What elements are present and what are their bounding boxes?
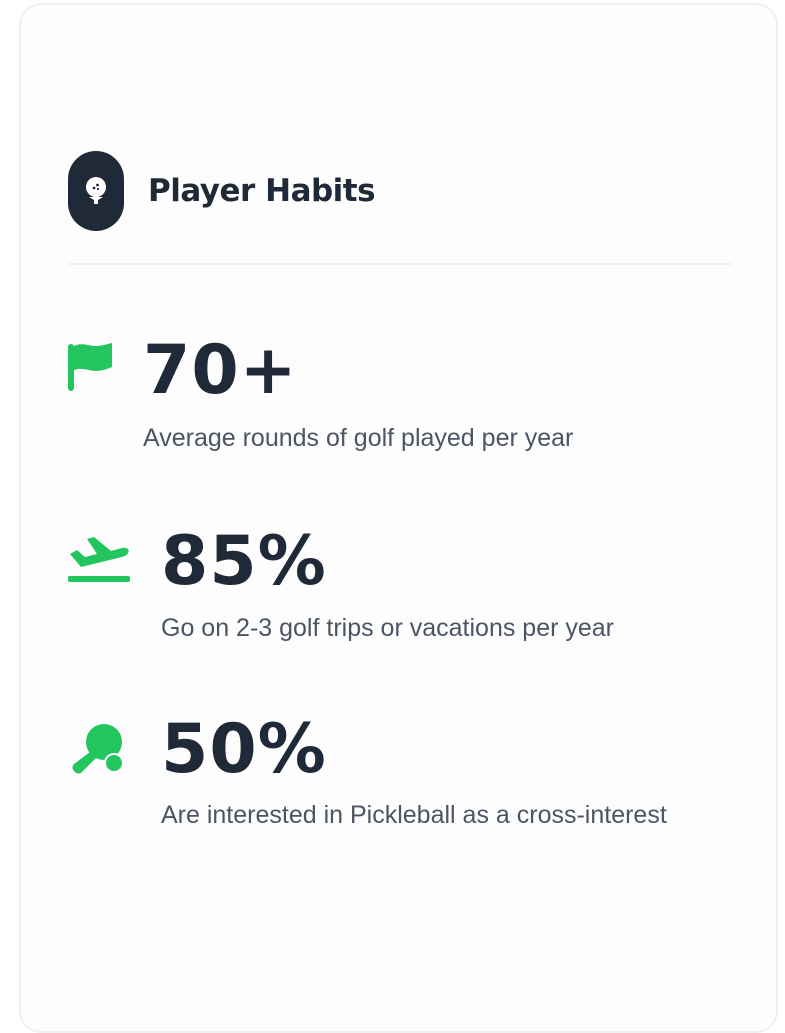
stat-value: 50% [161, 710, 327, 789]
table-tennis-paddle-icon [72, 722, 128, 779]
card-header: Player Habits [68, 151, 376, 231]
stat-value: 85% [161, 522, 327, 601]
header-divider [68, 263, 732, 265]
flag-icon [67, 341, 113, 398]
golf-ball-tee-icon [68, 151, 124, 231]
stat-value: 70+ [143, 331, 298, 410]
stat-description: Are interested in Pickleball as a cross-… [161, 801, 667, 829]
stat-description: Average rounds of golf played per year [143, 424, 574, 452]
plane-departure-icon [67, 534, 131, 589]
card-title: Player Habits [148, 173, 376, 209]
stat-description: Go on 2-3 golf trips or vacations per ye… [161, 614, 615, 642]
